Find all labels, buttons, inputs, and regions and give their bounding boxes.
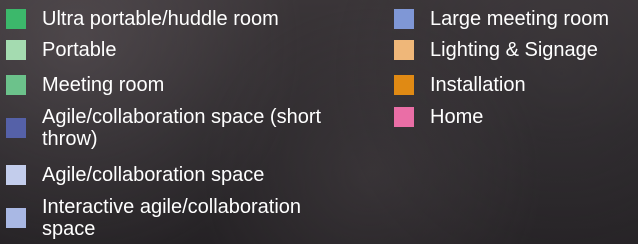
legend-item-ultra-portable: Ultra portable/huddle room [6, 8, 342, 30]
legend-label: Large meeting room [430, 8, 609, 30]
legend-swatch [6, 40, 26, 60]
legend-item-installation: Installation [394, 74, 638, 96]
legend-swatch [6, 208, 26, 228]
legend-item-portable: Portable [6, 39, 342, 61]
legend-label: Installation [430, 74, 526, 96]
legend-swatch [6, 75, 26, 95]
legend-swatch [6, 165, 26, 185]
legend-label: Meeting room [42, 74, 165, 96]
legend-swatch [6, 9, 26, 29]
legend-label: Lighting & Signage [430, 39, 598, 61]
legend-label: Interactive agile/collaboration space [42, 196, 302, 240]
legend-item-large-meeting-room: Large meeting room [394, 8, 638, 30]
legend-swatch [6, 118, 26, 138]
legend-swatch [394, 75, 414, 95]
legend-label: Portable [42, 39, 117, 61]
legend-item-agile-short-throw: Agile/collaboration space (short throw) [6, 106, 342, 150]
legend-label: Ultra portable/huddle room [42, 8, 279, 30]
legend-label: Agile/collaboration space [42, 164, 265, 186]
legend-item-agile-collaboration: Agile/collaboration space [6, 164, 342, 186]
legend-label: Agile/collaboration space (short throw) [42, 106, 322, 150]
legend-label: Home [430, 106, 484, 128]
legend-item-interactive-agile: Interactive agile/collaboration space [6, 196, 342, 240]
legend-item-lighting-signage: Lighting & Signage [394, 39, 638, 61]
legend-swatch [394, 107, 414, 127]
chart-legend: Ultra portable/huddle room Portable Meet… [0, 0, 638, 244]
legend-item-meeting-room: Meeting room [6, 74, 342, 96]
legend-swatch [394, 40, 414, 60]
legend-swatch [394, 9, 414, 29]
legend-item-home: Home [394, 106, 638, 128]
